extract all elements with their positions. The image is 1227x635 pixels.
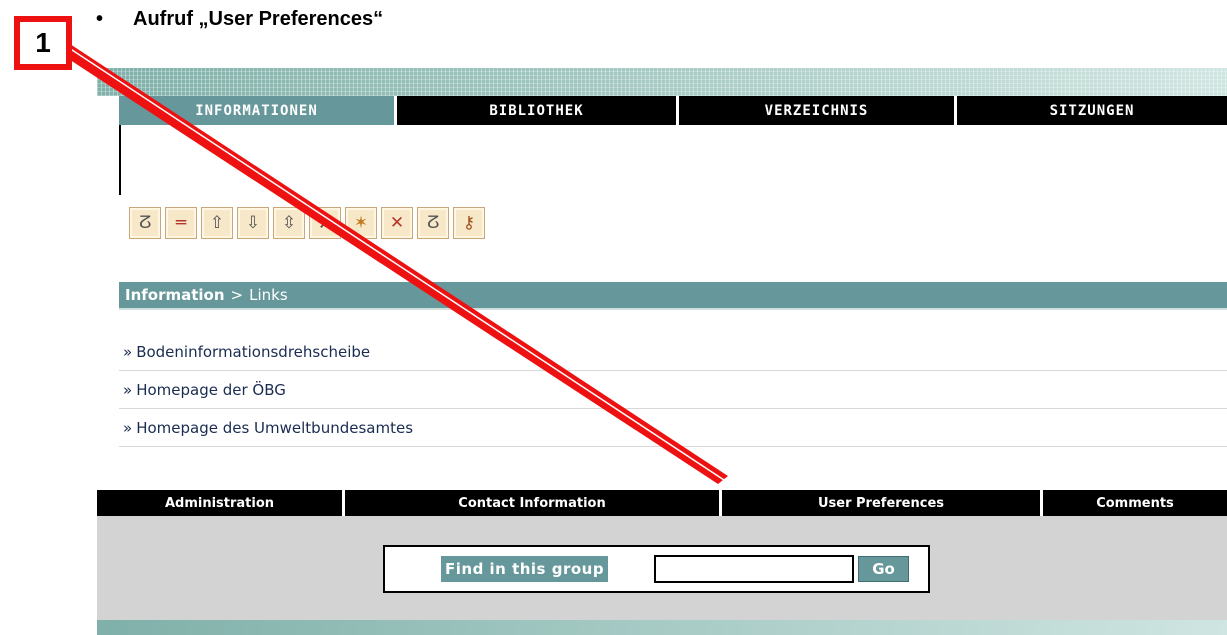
search-input[interactable]: [654, 555, 854, 583]
breadcrumb-current: Links: [249, 286, 288, 304]
key-icon[interactable]: ⚷: [453, 207, 485, 239]
footer-user-preferences[interactable]: User Preferences: [719, 490, 1040, 516]
top-banner-strip: [97, 68, 1227, 96]
remove-icon[interactable]: ═: [165, 207, 197, 239]
link-list: » Bodeninformationsdrehscheibe » Homepag…: [119, 333, 1227, 447]
arrow-icon: »: [123, 342, 133, 361]
content-left-border: [119, 125, 121, 195]
delete-link-icon[interactable]: ✕: [381, 207, 413, 239]
go-button[interactable]: Go: [858, 556, 909, 582]
new-link-icon[interactable]: ✶: [345, 207, 377, 239]
tab-label: VERZEICHNIS: [764, 102, 869, 119]
footer-comments[interactable]: Comments: [1040, 490, 1227, 516]
link-label[interactable]: Homepage des Umweltbundesamtes: [136, 419, 413, 437]
list-item[interactable]: » Homepage des Umweltbundesamtes: [119, 409, 1227, 447]
arrow-icon: »: [123, 380, 133, 399]
list-item[interactable]: » Homepage der ÖBG: [119, 371, 1227, 409]
tab-label: BIBLIOTHEK: [489, 102, 584, 119]
list-item[interactable]: » Bodeninformationsdrehscheibe: [119, 333, 1227, 371]
toolbar: ⵒ ═ ⇧ ⇩ ⇳ ⚒ ✶ ✕ ⵒ ⚷: [129, 207, 485, 239]
tab-sitzungen[interactable]: SITZUNGEN: [954, 96, 1227, 125]
link-label[interactable]: Homepage der ÖBG: [136, 381, 286, 399]
footer-contact-information[interactable]: Contact Information: [342, 490, 719, 516]
tab-bibliothek[interactable]: BIBLIOTHEK: [394, 96, 676, 125]
edit-link-icon[interactable]: ⵒ: [417, 207, 449, 239]
move-icon[interactable]: ⇳: [273, 207, 305, 239]
arrow-icon: »: [123, 418, 133, 437]
download-icon[interactable]: ⇩: [237, 207, 269, 239]
tab-verzeichnis[interactable]: VERZEICHNIS: [676, 96, 954, 125]
bullet: •: [96, 7, 104, 30]
upload-icon[interactable]: ⇧: [201, 207, 233, 239]
tab-label: INFORMATIONEN: [195, 102, 318, 119]
main-tab-bar: INFORMATIONEN BIBLIOTHEK VERZEICHNIS SIT…: [119, 96, 1227, 125]
tools-icon[interactable]: ⚒: [309, 207, 341, 239]
tab-informationen[interactable]: INFORMATIONEN: [119, 96, 394, 125]
breadcrumb-root[interactable]: Information: [125, 286, 225, 304]
instruction-heading: • Aufruf „User Preferences“: [96, 4, 383, 34]
heading-text: Aufruf „User Preferences“: [133, 7, 384, 30]
breadcrumb-separator: >: [230, 286, 244, 304]
bottom-banner-strip: [97, 620, 1227, 635]
link-label[interactable]: Bodeninformationsdrehscheibe: [136, 343, 370, 361]
search-label: Find in this group: [441, 556, 609, 582]
search-form: Find in this group Go: [383, 545, 930, 593]
link-icon[interactable]: ⵒ: [129, 207, 161, 239]
breadcrumb: Information > Links: [119, 282, 1227, 310]
step-callout: 1: [14, 16, 72, 70]
footer-administration[interactable]: Administration: [97, 490, 342, 516]
footer-nav: Administration Contact Information User …: [97, 490, 1227, 516]
tab-label: SITZUNGEN: [1049, 102, 1135, 119]
